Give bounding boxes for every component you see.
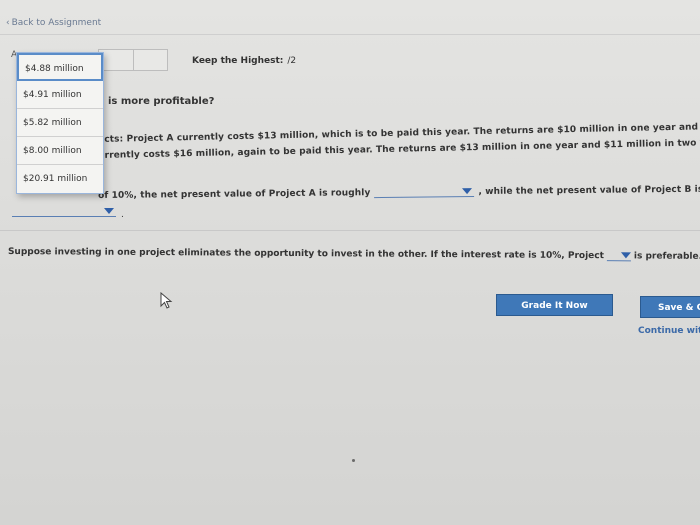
npv-a-select[interactable] [374, 186, 475, 199]
dropdown-option[interactable]: $4.91 million [17, 81, 103, 109]
npv-text-prefix: of 10%, the net present value of Project… [98, 188, 371, 201]
mouse-pointer-icon [160, 291, 174, 314]
back-label: Back to Assignment [11, 18, 102, 28]
sentence-end: . [121, 210, 124, 220]
score-boxes [98, 49, 168, 71]
triangle-down-icon [104, 208, 114, 214]
divider [0, 34, 700, 35]
grade-it-now-button[interactable]: Grade It Now [496, 294, 613, 316]
npv-b-select[interactable] [12, 206, 116, 217]
dropdown-option[interactable]: $4.88 million [17, 53, 103, 81]
preferred-project-select[interactable] [606, 250, 631, 262]
part2-question: Suppose investing in one project elimina… [8, 246, 700, 262]
score-value: /2 [287, 56, 297, 66]
continue-without-saving-link[interactable]: Continue with [638, 326, 700, 336]
dropdown-option[interactable]: $5.82 million [17, 109, 103, 137]
npv-text-suffix: , while the net present value of Project… [478, 184, 700, 198]
keep-highest-text: Keep the Highest: [192, 56, 284, 66]
chevron-left-icon: ‹ [6, 18, 10, 28]
dropdown-option[interactable]: $20.91 million [17, 165, 103, 193]
npv-sentence: of 10%, the net present value of Project… [98, 184, 700, 201]
keep-highest-label: Keep the Highest:/2 [192, 56, 296, 66]
question-heading: is more profitable? [108, 96, 215, 107]
part2-text-prefix: Suppose investing in one project elimina… [7, 246, 604, 262]
triangle-down-icon [462, 188, 473, 195]
npv-dropdown-menu[interactable]: $4.88 million $4.91 million $5.82 millio… [16, 52, 104, 194]
triangle-down-icon [620, 252, 631, 259]
divider [0, 230, 700, 231]
dropdown-option[interactable]: $8.00 million [17, 137, 103, 165]
back-to-assignment-link[interactable]: ‹ Back to Assignment [6, 18, 101, 28]
part2-text-suffix: is preferable. [633, 251, 700, 262]
screen-speck [352, 459, 355, 462]
save-and-continue-button[interactable]: Save & C [640, 296, 700, 318]
